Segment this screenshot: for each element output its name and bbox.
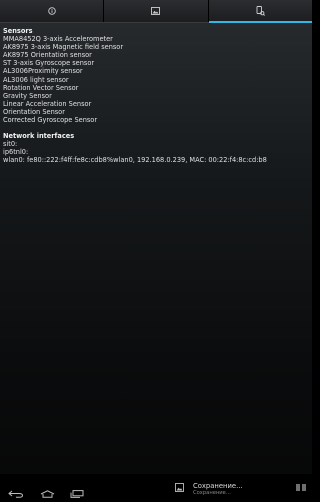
sensor-item: Rotation Vector Sensor	[3, 83, 79, 92]
home-button[interactable]	[40, 483, 55, 502]
sensor-item: AK8975 Orientation sensor	[3, 51, 92, 60]
sensor-item: Linear Acceleration Sensor	[3, 99, 92, 108]
tab-bar	[0, 0, 313, 23]
tab-info[interactable]	[0, 0, 103, 22]
sensors-heading: Sensors	[3, 27, 33, 35]
recent-apps-button[interactable]	[70, 483, 84, 502]
sensor-item: AL3006Proximity sensor	[3, 67, 83, 76]
network-interface-item: ip6tnl0:	[3, 148, 29, 157]
network-interface-item: sit0:	[3, 140, 18, 149]
device-sensor-icon	[256, 6, 265, 16]
network-interface-item: wlan0: fe80::222:f4ff:fe8c:cdb8%wlan0, 1…	[3, 156, 267, 165]
tab-device-sensors[interactable]	[207, 0, 313, 23]
notification-title: Сохранение...	[193, 482, 243, 490]
home-icon	[40, 490, 55, 498]
sensor-item: MMA8452Q 3-axis Accelerometer	[3, 35, 113, 44]
sensor-item: ST 3-axis Gyroscope sensor	[3, 59, 95, 68]
recent-apps-icon	[70, 490, 84, 498]
sensor-item: Gravity Sensor	[3, 91, 52, 100]
image-icon	[151, 7, 161, 15]
sensor-item: AL3006 light sensor	[3, 75, 69, 84]
device-info-panel[interactable]: Sensors MMA8452Q 3-axis Accelerometer AK…	[0, 23, 312, 474]
tab-images[interactable]	[103, 0, 207, 22]
sensor-item: AK8975 3-axis Magnetic field sensor	[3, 43, 124, 52]
sensor-item: Orientation Sensor	[3, 107, 65, 116]
info-icon	[47, 7, 56, 15]
notification-subtitle: Сохранение...	[193, 490, 231, 496]
battery-icon	[302, 484, 306, 491]
saving-notification[interactable]: Сохранение... Сохранение...	[175, 482, 243, 500]
status-icons	[296, 484, 306, 491]
back-icon	[8, 490, 24, 498]
signal-icon	[296, 484, 300, 491]
system-navigation-bar	[0, 474, 312, 500]
network-interfaces-heading: Network interfaces	[3, 132, 75, 141]
sensor-item: Corrected Gyroscope Sensor	[3, 116, 98, 125]
back-button[interactable]	[8, 483, 24, 502]
screenshot-icon	[175, 483, 184, 492]
